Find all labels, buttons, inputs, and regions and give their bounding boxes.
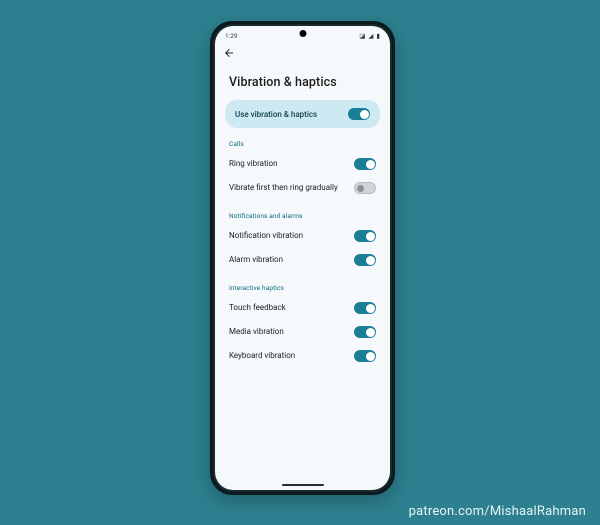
section-header: Calls	[215, 128, 390, 152]
master-toggle-label: Use vibration & haptics	[235, 110, 317, 119]
toggle-knob	[357, 185, 364, 192]
master-toggle-row[interactable]: Use vibration & haptics	[225, 100, 380, 128]
phone-frame: 1:29 ◪ ◢ ▮ Vibration & haptics Use vibra…	[210, 21, 395, 495]
toggle-knob	[366, 160, 375, 169]
arrow-left-icon	[223, 47, 235, 59]
toggle-knob	[366, 304, 375, 313]
setting-label: Touch feedback	[229, 303, 286, 313]
toggle-switch[interactable]	[354, 326, 376, 338]
toggle-switch[interactable]	[354, 158, 376, 170]
setting-label: Vibrate first then ring gradually	[229, 183, 338, 193]
setting-label: Alarm vibration	[229, 255, 283, 265]
status-time: 1:29	[225, 32, 238, 40]
settings-sections: Calls Ring vibration Vibrate first then ri…	[215, 128, 390, 368]
toggle-switch[interactable]	[354, 182, 376, 194]
toggle-knob	[366, 352, 375, 361]
stage: 1:29 ◪ ◢ ▮ Vibration & haptics Use vibra…	[0, 0, 600, 525]
wifi-icon: ◪	[359, 33, 365, 40]
toggle-switch[interactable]	[354, 254, 376, 266]
page-title: Vibration & haptics	[215, 63, 390, 100]
setting-row[interactable]: Alarm vibration	[215, 248, 390, 272]
setting-row[interactable]: Notification vibration	[215, 224, 390, 248]
attribution-text: patreon.com/MishaalRahman	[409, 504, 586, 519]
section-header: Interactive haptics	[215, 272, 390, 296]
toggle-switch[interactable]	[354, 350, 376, 362]
toggle-switch[interactable]	[354, 302, 376, 314]
phone-screen: 1:29 ◪ ◢ ▮ Vibration & haptics Use vibra…	[215, 26, 390, 490]
toggle-knob	[366, 328, 375, 337]
setting-row[interactable]: Vibrate first then ring gradually	[215, 176, 390, 200]
punch-hole-camera	[299, 30, 306, 37]
setting-label: Notification vibration	[229, 231, 303, 241]
setting-row[interactable]: Ring vibration	[215, 152, 390, 176]
status-icons: ◪ ◢ ▮	[359, 33, 380, 40]
setting-row[interactable]: Media vibration	[215, 320, 390, 344]
toggle-knob	[360, 110, 369, 119]
setting-row[interactable]: Touch feedback	[215, 296, 390, 320]
battery-icon: ▮	[376, 33, 380, 40]
setting-label: Keyboard vibration	[229, 351, 295, 361]
back-button[interactable]	[215, 40, 390, 63]
nav-pill[interactable]	[282, 484, 324, 487]
setting-label: Media vibration	[229, 327, 284, 337]
phone-bezel: 1:29 ◪ ◢ ▮ Vibration & haptics Use vibra…	[213, 24, 392, 492]
toggle-knob	[366, 256, 375, 265]
toggle-knob	[366, 232, 375, 241]
section-header: Notifications and alarms	[215, 200, 390, 224]
setting-row[interactable]: Keyboard vibration	[215, 344, 390, 368]
setting-label: Ring vibration	[229, 159, 278, 169]
toggle-switch[interactable]	[354, 230, 376, 242]
signal-icon: ◢	[368, 33, 373, 40]
master-toggle-switch[interactable]	[348, 108, 370, 120]
